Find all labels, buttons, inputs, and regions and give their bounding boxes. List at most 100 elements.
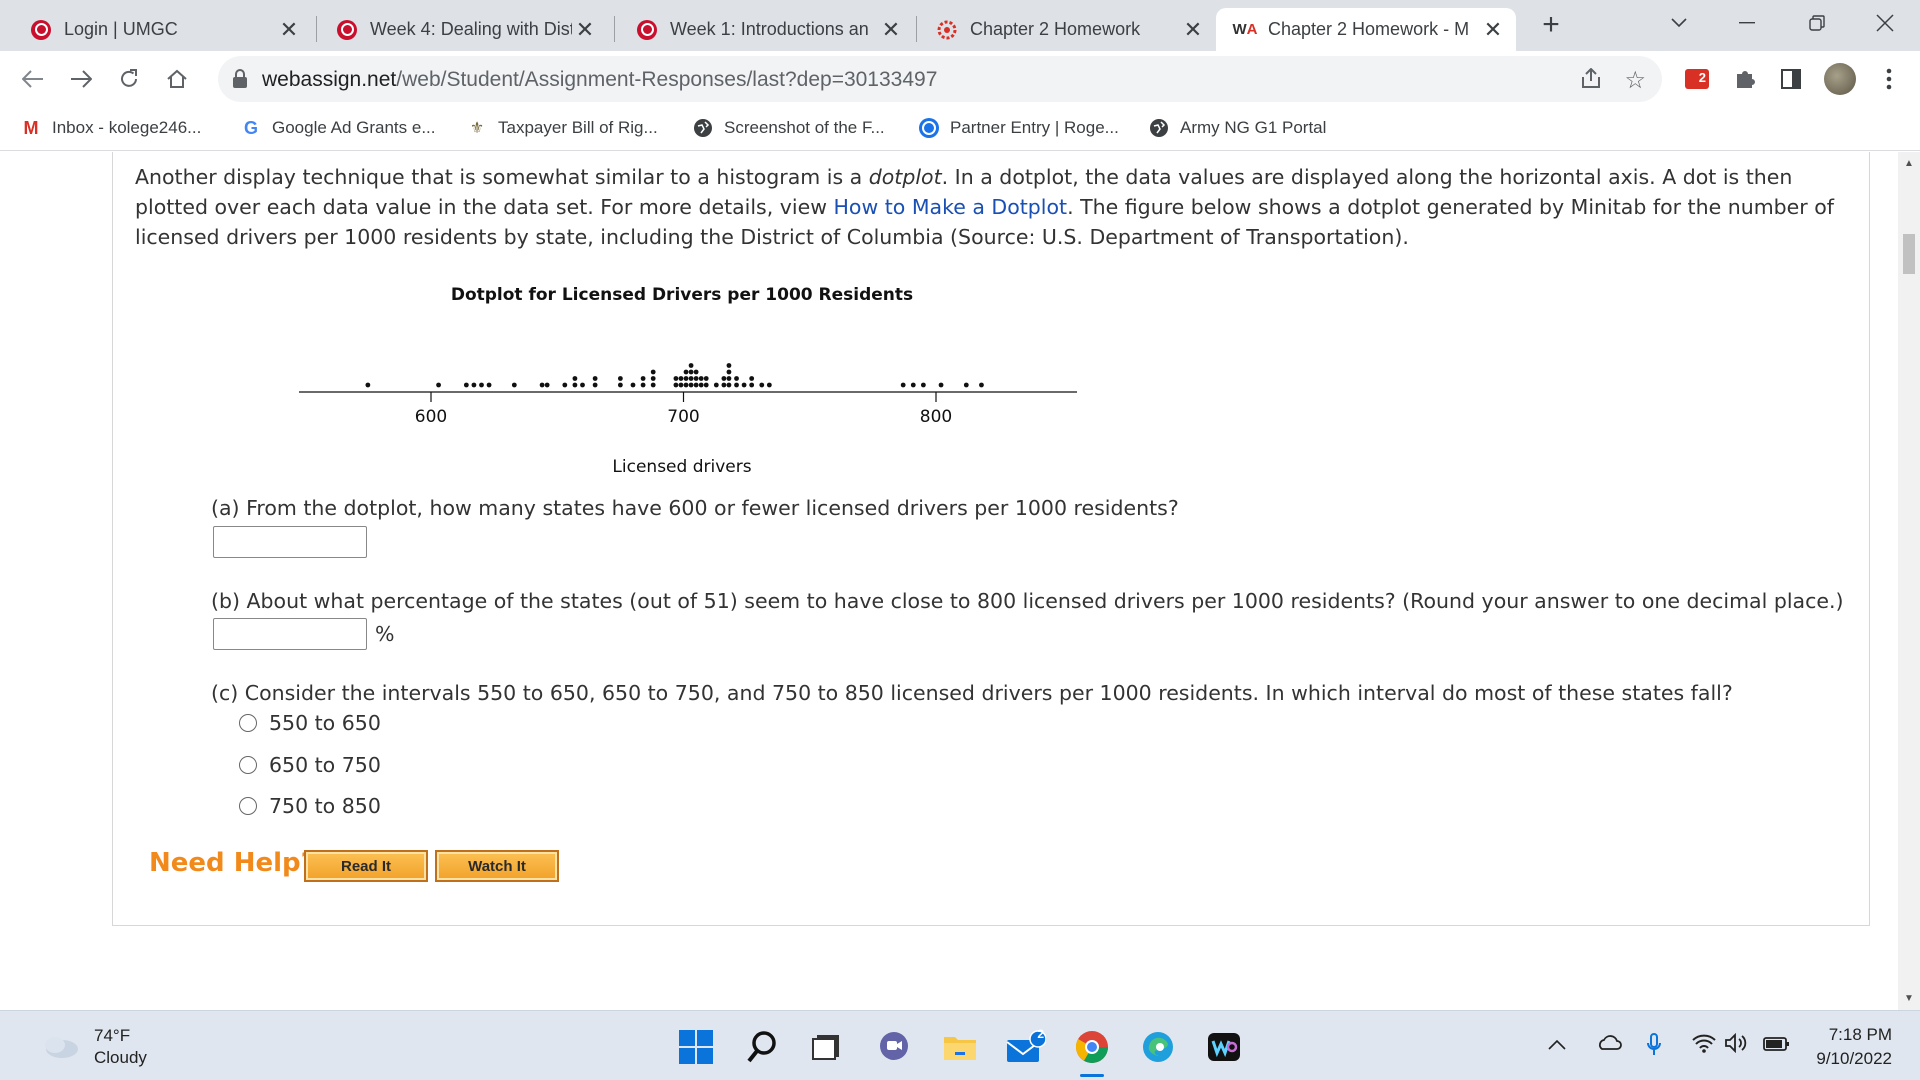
tab-week-1[interactable]: Week 1: Introductions an ✕ bbox=[618, 8, 914, 51]
close-icon[interactable]: ✕ bbox=[572, 17, 598, 43]
task-view-icon[interactable] bbox=[806, 1027, 846, 1067]
umgc-icon bbox=[30, 19, 52, 41]
restore-icon[interactable] bbox=[1802, 8, 1832, 38]
bookmark-army-ng-g1[interactable]: Army NG G1 Portal bbox=[1148, 116, 1326, 140]
dot-mark bbox=[640, 382, 646, 388]
irs-eagle-icon: ⚜ bbox=[469, 120, 485, 137]
umgc-icon bbox=[336, 19, 358, 41]
home-button[interactable] bbox=[162, 64, 192, 94]
extension-badge: 2 bbox=[1698, 70, 1706, 85]
windows-start-icon[interactable] bbox=[676, 1027, 716, 1067]
dot-mark bbox=[650, 376, 656, 381]
bookmark-gmail-inbox[interactable]: M Inbox - kolege246... bbox=[20, 116, 202, 140]
tab-chapter-2-homework-webassign[interactable]: WA Chapter 2 Homework - M ✕ bbox=[1216, 8, 1516, 51]
forward-button[interactable] bbox=[66, 64, 96, 94]
close-window-icon[interactable] bbox=[1870, 8, 1900, 38]
dot-mark bbox=[463, 382, 469, 388]
profile-avatar[interactable] bbox=[1822, 63, 1858, 95]
webex-icon[interactable] bbox=[1204, 1027, 1244, 1067]
battery-icon[interactable] bbox=[1762, 1033, 1790, 1059]
bookmark-label: Screenshot of the F... bbox=[724, 118, 885, 137]
answer-input-b[interactable] bbox=[213, 618, 367, 650]
option-label: 750 to 850 bbox=[269, 794, 381, 818]
avatar-image bbox=[1824, 63, 1856, 95]
weather-widget[interactable]: 74°F Cloudy bbox=[40, 1025, 147, 1069]
extensions-puzzle-icon[interactable] bbox=[1730, 64, 1760, 94]
bookmark-star-icon[interactable]: ☆ bbox=[1624, 66, 1646, 95]
intro-text: Another display technique that is somewh… bbox=[135, 165, 869, 189]
minimize-icon[interactable] bbox=[1732, 8, 1762, 38]
dot-mark bbox=[900, 382, 906, 388]
tab-search-icon[interactable] bbox=[1664, 8, 1694, 38]
scrollbar-thumb[interactable] bbox=[1903, 234, 1915, 274]
page-scrollbar[interactable]: ▲ ▼ bbox=[1898, 152, 1920, 1010]
tab-login-umgc[interactable]: Login | UMGC ✕ bbox=[12, 8, 312, 51]
file-explorer-icon[interactable] bbox=[940, 1027, 980, 1067]
address-bar[interactable]: webassign.net/web/Student/Assignment-Res… bbox=[218, 56, 1662, 102]
dot-mark bbox=[479, 382, 484, 388]
watch-it-button[interactable]: Watch It bbox=[435, 850, 559, 882]
extension-icon[interactable]: 2 bbox=[1682, 64, 1712, 94]
scroll-up-arrow-icon[interactable]: ▲ bbox=[1904, 158, 1914, 169]
menu-kebab-icon[interactable] bbox=[1874, 64, 1904, 94]
bookmark-taxpayer-bill[interactable]: ⚜ Taxpayer Bill of Rig... bbox=[466, 116, 658, 140]
x-axis-ticks: 600 700 800 bbox=[415, 392, 952, 427]
option-550-650[interactable]: 550 to 650 bbox=[239, 710, 381, 736]
option-650-750[interactable]: 650 to 750 bbox=[239, 752, 381, 778]
tab-week-4[interactable]: Week 4: Dealing with Dist ✕ bbox=[318, 8, 608, 51]
reload-button[interactable] bbox=[114, 64, 144, 94]
close-icon[interactable]: ✕ bbox=[276, 17, 302, 43]
radio-button[interactable] bbox=[239, 797, 257, 815]
chevron-up-icon[interactable] bbox=[1548, 1033, 1566, 1056]
share-icon[interactable] bbox=[1580, 67, 1602, 95]
side-panel-icon[interactable] bbox=[1776, 64, 1806, 94]
tab-chapter-2-homework[interactable]: Chapter 2 Homework ✕ bbox=[918, 8, 1216, 51]
dot-mark bbox=[471, 382, 477, 388]
system-clock[interactable]: 7:18 PM 9/10/2022 bbox=[1816, 1023, 1892, 1071]
teams-chat-icon[interactable] bbox=[874, 1027, 914, 1067]
question-intro: Another display technique that is somewh… bbox=[135, 162, 1851, 252]
scroll-down-arrow-icon[interactable]: ▼ bbox=[1904, 993, 1914, 1004]
wifi-icon[interactable] bbox=[1692, 1033, 1716, 1059]
radio-button[interactable] bbox=[239, 756, 257, 774]
search-icon[interactable] bbox=[742, 1027, 782, 1067]
bookmark-screenshot[interactable]: Screenshot of the F... bbox=[692, 116, 885, 140]
chrome-icon[interactable] bbox=[1072, 1027, 1112, 1077]
read-it-button[interactable]: Read It bbox=[304, 850, 428, 882]
lock-icon[interactable] bbox=[232, 69, 248, 94]
dot-mark bbox=[726, 382, 732, 388]
bookmark-google-ad-grants[interactable]: G Google Ad Grants e... bbox=[240, 116, 436, 140]
how-to-make-dotplot-link[interactable]: How to Make a Dotplot bbox=[834, 195, 1068, 219]
back-button[interactable] bbox=[18, 64, 48, 94]
new-tab-button[interactable]: + bbox=[1536, 10, 1566, 40]
option-750-850[interactable]: 750 to 850 bbox=[239, 793, 381, 819]
dot-mark bbox=[693, 376, 699, 381]
bookmark-partner-entry[interactable]: Partner Entry | Roge... bbox=[918, 116, 1119, 140]
close-icon[interactable]: ✕ bbox=[1180, 17, 1206, 43]
dot-mark bbox=[592, 376, 598, 381]
mail-icon[interactable]: 2 bbox=[1006, 1027, 1046, 1067]
dot-mark bbox=[683, 369, 689, 375]
question-box: Another display technique that is somewh… bbox=[112, 152, 1870, 926]
dot-mark bbox=[741, 382, 747, 388]
dot-mark bbox=[650, 382, 656, 388]
dot-mark bbox=[640, 376, 646, 381]
gmail-icon: M bbox=[23, 117, 39, 138]
onedrive-cloud-icon[interactable] bbox=[1596, 1033, 1622, 1057]
volume-icon[interactable] bbox=[1724, 1032, 1748, 1059]
dot-mark bbox=[572, 382, 578, 388]
dot-mark bbox=[910, 382, 916, 388]
dot-mark bbox=[749, 376, 755, 381]
microphone-icon[interactable] bbox=[1646, 1033, 1662, 1063]
radio-button[interactable] bbox=[239, 714, 257, 732]
answer-input-a[interactable] bbox=[213, 526, 367, 558]
dot-mark bbox=[592, 382, 598, 388]
dot-mark bbox=[920, 382, 926, 388]
edge-icon[interactable] bbox=[1138, 1027, 1178, 1067]
dot-mark bbox=[673, 382, 679, 388]
close-icon[interactable]: ✕ bbox=[878, 17, 904, 43]
close-icon[interactable]: ✕ bbox=[1480, 17, 1506, 43]
dot-mark bbox=[693, 369, 699, 375]
chart-title: Dotplot for Licensed Drivers per 1000 Re… bbox=[451, 285, 913, 305]
percent-unit: % bbox=[375, 622, 395, 646]
